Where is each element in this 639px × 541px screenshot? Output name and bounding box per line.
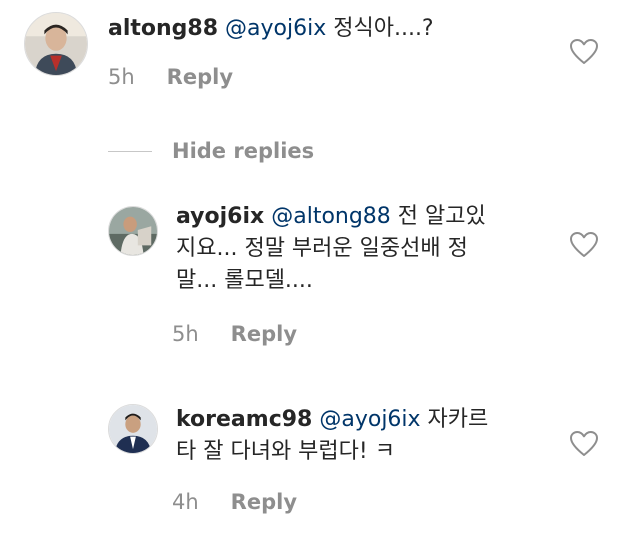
reply-button[interactable]: Reply <box>231 322 297 346</box>
reply-time: 5h <box>172 322 199 346</box>
reply-text: koreamc98 @ayoj6ix 자카르 타 잘 다녀와 부럽다! ㅋ <box>176 404 546 468</box>
avatar-koreamc98[interactable] <box>108 404 158 454</box>
reply-meta: 5h Reply <box>172 322 297 346</box>
heart-outline-icon[interactable] <box>569 38 599 66</box>
reply-mention[interactable]: @altong88 <box>271 204 391 229</box>
hide-replies-label: Hide replies <box>172 139 315 163</box>
comment-text: altong88 @ayoj6ix 정식아....? <box>108 13 558 45</box>
reply-body-line: 지요... 정말 부러운 일중선배 정 <box>176 236 468 261</box>
avatar-image <box>25 13 87 75</box>
reply-username[interactable]: koreamc98 <box>176 407 312 432</box>
reply-mention[interactable]: @ayoj6ix <box>319 407 420 432</box>
reply-button[interactable]: Reply <box>231 490 297 514</box>
avatar-altong88[interactable] <box>24 12 88 76</box>
reply-body-line: 말... 롤모델.... <box>176 268 313 293</box>
comment-username[interactable]: altong88 <box>108 16 218 41</box>
reply-line: ayoj6ix @altong88 전 알고있 <box>176 201 546 233</box>
avatar-image <box>109 405 157 453</box>
reply-time: 4h <box>172 490 199 514</box>
reply-text: ayoj6ix @altong88 전 알고있 지요... 정말 부러운 일중선… <box>176 201 546 297</box>
reply-button[interactable]: Reply <box>167 65 233 89</box>
divider-line <box>108 150 152 152</box>
reply-username[interactable]: ayoj6ix <box>176 204 264 229</box>
reply-body-line: 전 알고있 <box>390 204 486 229</box>
heart-outline-icon[interactable] <box>569 430 599 458</box>
comment-time: 5h <box>108 65 135 89</box>
avatar-image <box>109 207 157 255</box>
heart-outline-icon[interactable] <box>569 231 599 259</box>
comment-meta: 5h Reply <box>108 65 233 89</box>
reply-line: koreamc98 @ayoj6ix 자카르 <box>176 404 546 436</box>
reply-meta: 4h Reply <box>172 490 297 514</box>
comment-body-line: 정식아....? <box>326 16 434 41</box>
avatar-ayoj6ix[interactable] <box>108 206 158 256</box>
hide-replies-toggle[interactable]: Hide replies <box>108 136 314 166</box>
reply-body-line: 자카르 <box>420 407 489 432</box>
comment-mention[interactable]: @ayoj6ix <box>225 16 326 41</box>
reply-body-line: 타 잘 다녀와 부럽다! ㅋ <box>176 439 395 464</box>
